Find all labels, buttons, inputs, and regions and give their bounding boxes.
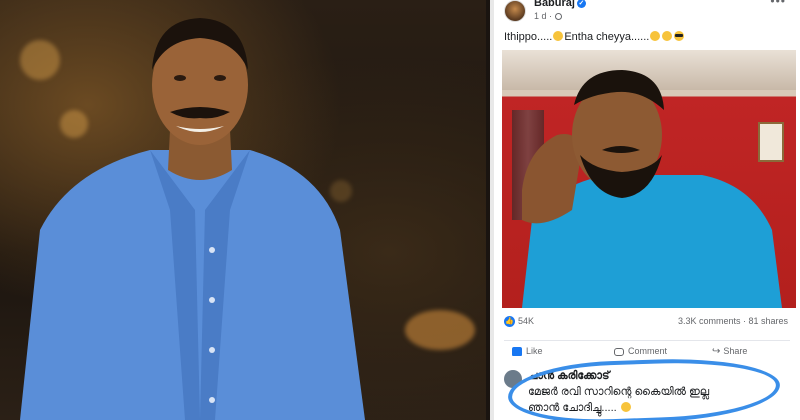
commenter-avatar[interactable]: [504, 370, 522, 388]
comment-button[interactable]: Comment: [614, 346, 667, 356]
comment-label: Comment: [628, 346, 668, 356]
man-portrait-illustration: [20, 18, 365, 420]
share-button[interactable]: ↪ Share: [712, 346, 747, 357]
share-icon: ↪: [712, 346, 721, 358]
post-author-name[interactable]: Baburaj: [534, 0, 575, 9]
comment-item: ചാൻ കരിക്കോട് മേജർ രവി സാറിന്റെ കൈയിൽ ഇല…: [504, 366, 800, 420]
comments-count[interactable]: 3.3K comments: [678, 316, 741, 326]
post-text-part1: Ithippo.....: [504, 31, 553, 43]
post-text-part2: Entha cheyya......: [564, 31, 650, 43]
engagement-counts: 3.3K comments · 81 shares: [677, 316, 788, 326]
comment-text-line2: ഞാൻ ചോദിച്ചു.....: [528, 402, 617, 414]
comment-icon: [614, 347, 624, 356]
shares-count[interactable]: 81 shares: [748, 316, 788, 326]
thinking-emoji-icon: [553, 31, 564, 41]
post-meta: 1 d ·: [534, 11, 562, 21]
post-text: Ithippo..... Entha cheyya......: [504, 31, 685, 43]
reactions-count[interactable]: 54K: [518, 316, 534, 326]
like-reaction-icon: 👍: [504, 316, 515, 328]
author-avatar[interactable]: [504, 0, 526, 22]
like-button[interactable]: Like: [512, 346, 543, 357]
sad-emoji-icon: [650, 31, 661, 41]
smile-emoji-icon: [620, 402, 631, 412]
thumb-up-icon: [512, 347, 522, 357]
post-actions: Like Comment ↪ Share: [504, 340, 790, 362]
left-photo-panel: [0, 0, 486, 420]
sad-emoji-icon: [662, 31, 673, 41]
post-author[interactable]: Baburaj ✓: [534, 0, 586, 9]
facebook-post: Baburaj ✓ 1 d · ••• Ithippo..... Entha che…: [490, 0, 800, 420]
post-stats: 👍 54K 3.3K comments · 81 shares: [504, 316, 788, 330]
verified-badge-icon: ✓: [576, 0, 586, 8]
globe-icon: [554, 13, 562, 21]
like-label: Like: [526, 346, 543, 356]
post-photo[interactable]: [502, 50, 796, 308]
more-icon[interactable]: •••: [770, 0, 786, 8]
cool-emoji-icon: [674, 31, 685, 41]
man-photo-illustration: [522, 70, 782, 308]
post-time[interactable]: 1 d: [534, 11, 547, 21]
comment-text-line1: മേജർ രവി സാറിന്റെ കൈയിൽ ഇല്ല: [528, 386, 710, 398]
post-header: Baburaj ✓ 1 d · •••: [504, 0, 800, 28]
comment-bubble: ചാൻ കരിക്കോട് മേജർ രവി സാറിന്റെ കൈയിൽ ഇല…: [528, 368, 778, 416]
comment-author[interactable]: ചാൻ കരിക്കോട്: [528, 368, 778, 384]
share-label: Share: [723, 346, 748, 356]
